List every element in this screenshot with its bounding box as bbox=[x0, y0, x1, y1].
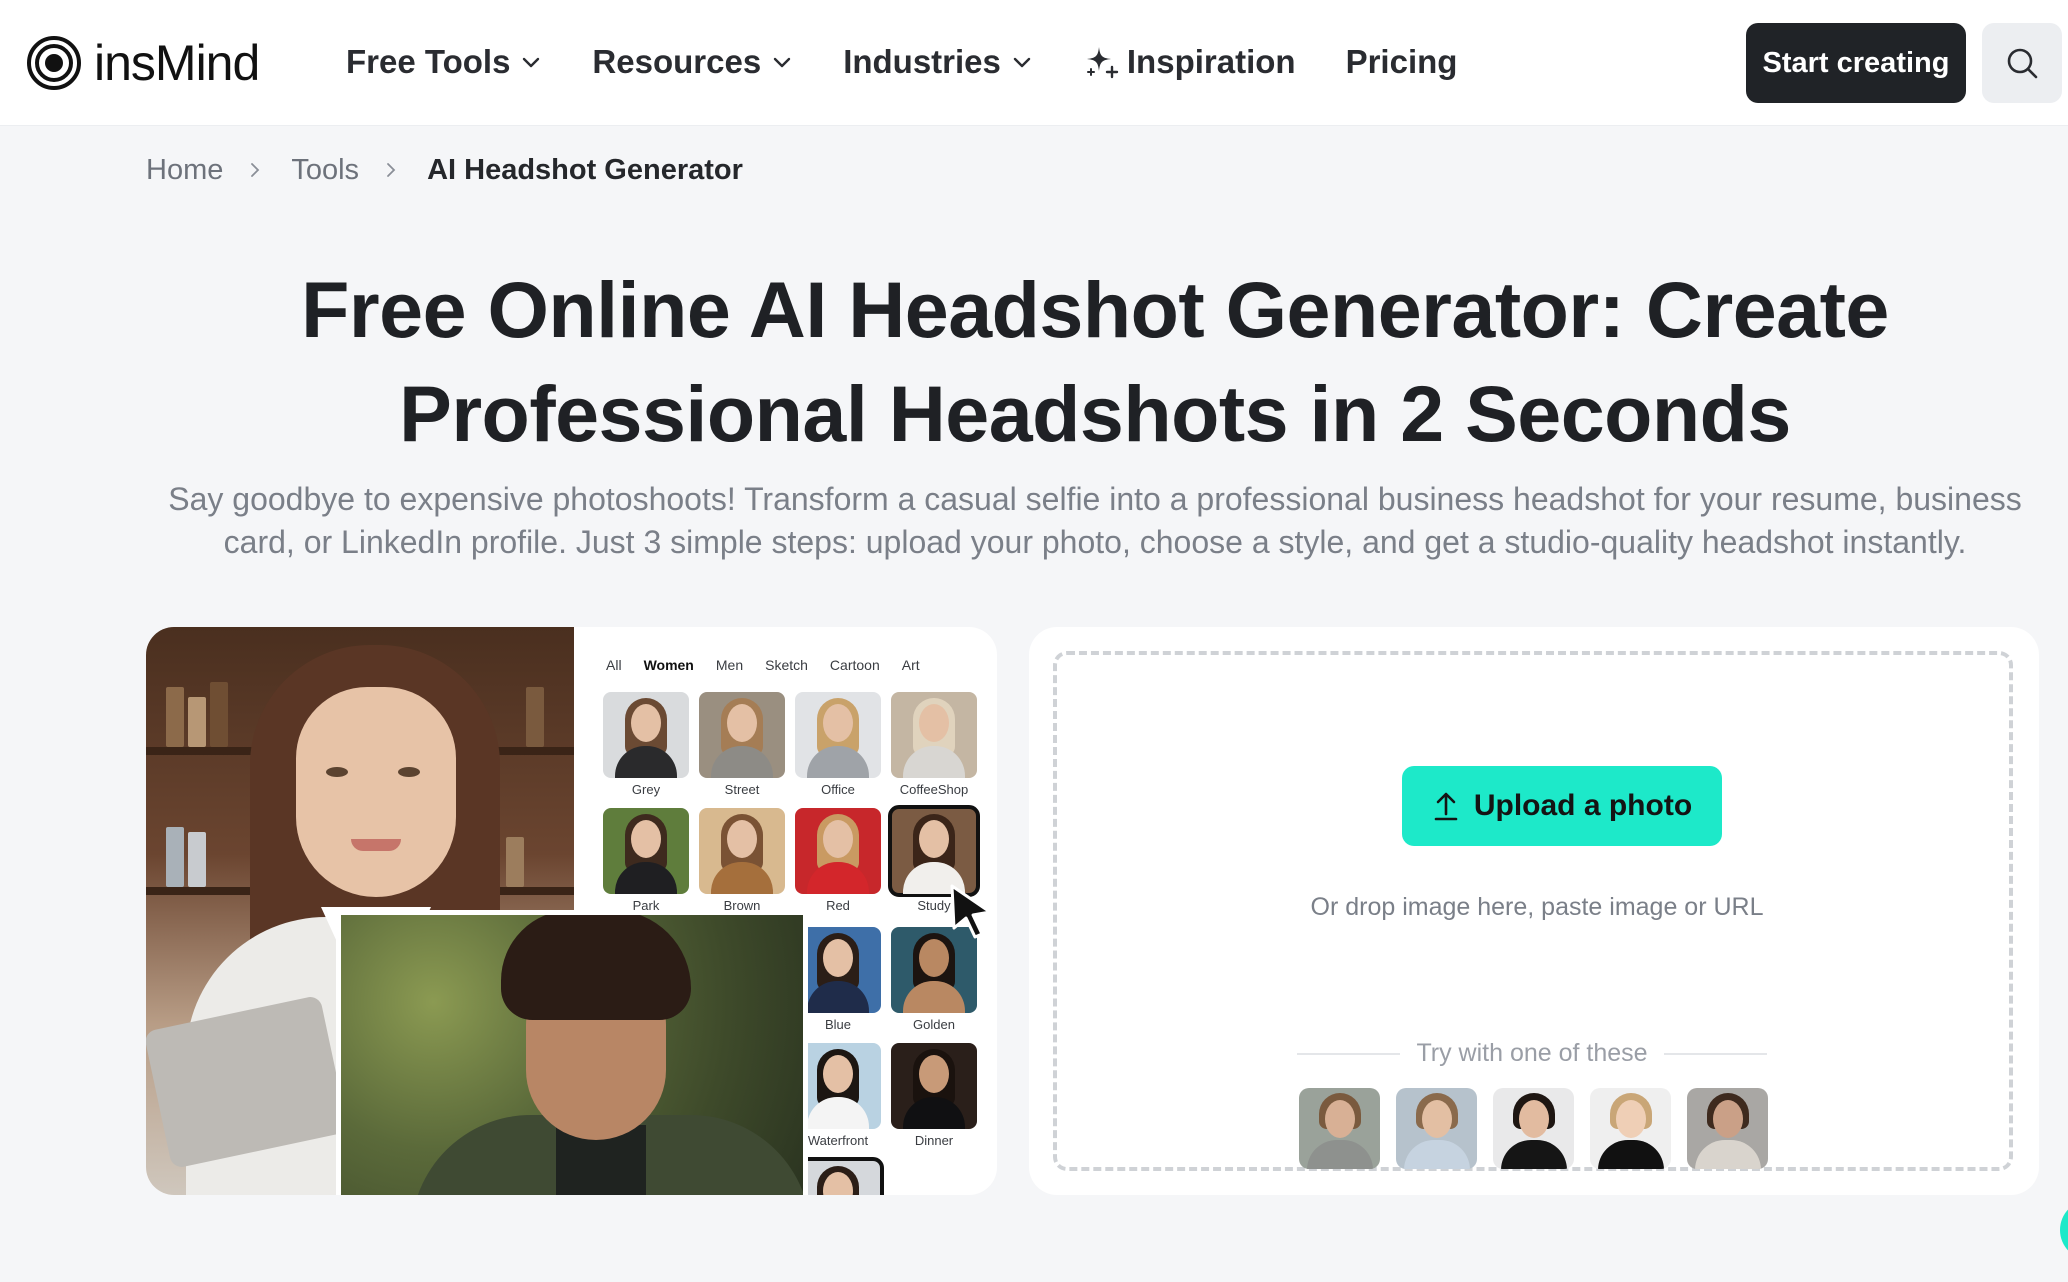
drop-hint-text: Or drop image here, paste image or URL bbox=[1310, 893, 1764, 921]
style-thumb-office bbox=[795, 692, 881, 778]
page-title-line-1: Free Online AI Headshot Generator: Creat… bbox=[301, 265, 1889, 354]
nav-resources[interactable]: Resources bbox=[592, 43, 793, 81]
try-samples-divider: Try with one of these bbox=[1297, 1039, 1768, 1068]
style-label-grey: Grey bbox=[631, 782, 661, 797]
image-drop-zone[interactable]: Upload a photo Or drop image here, paste… bbox=[1053, 651, 2013, 1171]
headshot-showcase-image: All Women Men Sketch Cartoon Art Grey St… bbox=[146, 627, 997, 1195]
nav-industries[interactable]: Industries bbox=[843, 43, 1033, 81]
sample-image-5[interactable] bbox=[1687, 1088, 1768, 1169]
sample-image-1[interactable] bbox=[1299, 1088, 1380, 1169]
style-tab-men: Men bbox=[715, 657, 744, 673]
chevron-right-icon bbox=[251, 163, 260, 177]
style-label-street: Street bbox=[724, 782, 760, 797]
sample-man-photo bbox=[336, 910, 808, 1195]
chevron-right-icon bbox=[387, 163, 396, 177]
search-icon bbox=[2007, 48, 2038, 79]
support-widget[interactable] bbox=[2060, 1200, 2068, 1260]
style-tab-art: Art bbox=[901, 657, 920, 673]
style-thumb-grey bbox=[603, 692, 689, 778]
nav-free-tools[interactable]: Free Tools bbox=[346, 43, 542, 81]
nav-resources-label: Resources bbox=[592, 43, 762, 80]
search-button[interactable] bbox=[1982, 23, 2062, 103]
style-thumb-red bbox=[795, 808, 881, 894]
page-title-line-2: Professional Headshots in 2 Seconds bbox=[399, 369, 1791, 458]
nav-inspiration[interactable]: Inspiration bbox=[1083, 43, 1296, 81]
style-tab-sketch: Sketch bbox=[765, 657, 808, 673]
page-subtitle-line-1: Say goodbye to expensive photoshoots! Tr… bbox=[168, 481, 2022, 517]
nav-pricing[interactable]: Pricing bbox=[1346, 43, 1458, 81]
upload-photo-button[interactable]: Upload a photo bbox=[1402, 766, 1722, 846]
chevron-down-icon bbox=[1013, 57, 1031, 68]
style-label-dinner: Dinner bbox=[914, 1133, 954, 1148]
style-label-golden: Golden bbox=[913, 1017, 955, 1032]
style-thumb-coffeeshop bbox=[891, 692, 977, 778]
style-tab-cartoon: Cartoon bbox=[829, 657, 880, 673]
breadcrumb-home[interactable]: Home bbox=[146, 154, 223, 187]
upload-panel: Upload a photo Or drop image here, paste… bbox=[1029, 627, 2039, 1195]
top-header: insMind Free Tools Resources Industries … bbox=[0, 0, 2068, 126]
breadcrumb-tools[interactable]: Tools bbox=[291, 154, 359, 187]
nav-free-tools-label: Free Tools bbox=[346, 43, 511, 80]
start-creating-button[interactable]: Start creating bbox=[1746, 23, 1966, 103]
nav-inspiration-label: Inspiration bbox=[1126, 43, 1296, 80]
nav-industries-label: Industries bbox=[843, 43, 1001, 80]
sample-image-4[interactable] bbox=[1590, 1088, 1671, 1169]
style-label-office: Office bbox=[821, 782, 855, 797]
insmind-logo[interactable]: insMind bbox=[26, 34, 260, 92]
chevron-down-icon bbox=[773, 57, 791, 68]
breadcrumb: Home Tools AI Headshot Generator bbox=[146, 150, 743, 190]
upload-photo-label: Upload a photo bbox=[1473, 789, 1693, 822]
breadcrumb-current: AI Headshot Generator bbox=[427, 153, 743, 186]
chevron-down-icon bbox=[523, 57, 540, 68]
style-thumb-dinner bbox=[891, 1043, 977, 1129]
style-tabs: All Women Men Sketch Cartoon Art bbox=[606, 657, 920, 673]
main-nav: Free Tools Resources Industries Inspirat… bbox=[346, 38, 1507, 86]
cursor-pointer-icon bbox=[950, 884, 992, 939]
upload-icon bbox=[1434, 792, 1458, 821]
logo-text: insMind bbox=[94, 35, 260, 91]
sample-images bbox=[1299, 1088, 1768, 1169]
style-tab-women: Women bbox=[643, 657, 694, 673]
insmind-logo-icon bbox=[27, 36, 81, 90]
style-tab-all: All bbox=[606, 657, 622, 673]
sample-image-3[interactable] bbox=[1493, 1088, 1574, 1169]
try-samples-label: Try with one of these bbox=[1416, 1039, 1648, 1067]
style-thumb-park bbox=[603, 808, 689, 894]
sparkle-icon bbox=[1086, 47, 1119, 79]
sample-image-2[interactable] bbox=[1396, 1088, 1477, 1169]
page-title: Free Online AI Headshot Generator: Creat… bbox=[120, 258, 2068, 466]
style-thumb-street bbox=[699, 692, 785, 778]
page-subtitle: Say goodbye to expensive photoshoots! Tr… bbox=[140, 478, 2050, 564]
page-subtitle-line-2: card, or LinkedIn profile. Just 3 simple… bbox=[223, 524, 1967, 560]
style-label-coffeeshop: CoffeeShop bbox=[899, 782, 969, 797]
style-thumb-brown bbox=[699, 808, 785, 894]
nav-pricing-label: Pricing bbox=[1345, 43, 1458, 80]
